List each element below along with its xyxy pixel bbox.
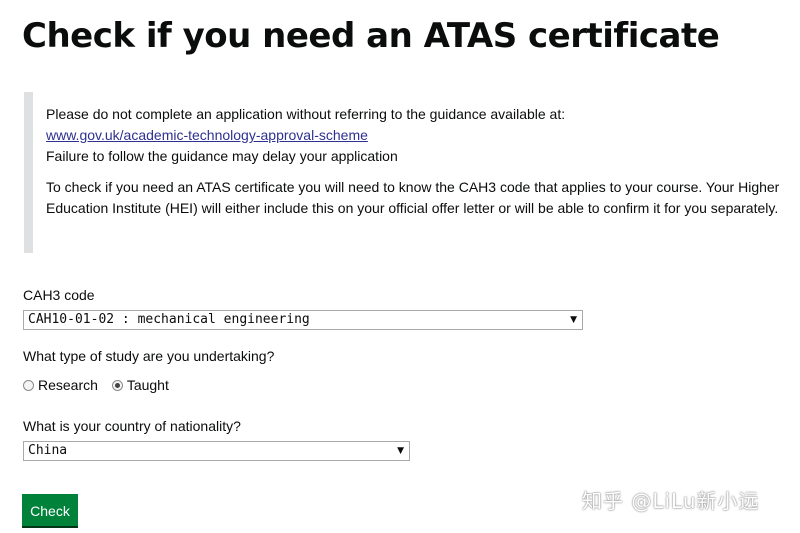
radio-research-icon[interactable] (23, 379, 34, 391)
dropdown-arrow-icon: ▼ (570, 315, 577, 325)
nationality-select[interactable]: China ▼ (23, 441, 410, 461)
radio-research-label: Research (38, 377, 98, 393)
radio-taught[interactable]: Taught (111, 375, 169, 395)
watermark-text: 知乎 @LiLu新小远 (582, 489, 760, 513)
radio-taught-icon[interactable] (111, 379, 123, 391)
study-type-label: What type of study are you undertaking? (23, 348, 275, 364)
dropdown-arrow-icon: ▼ (397, 446, 404, 456)
guidance-inset: Please do not complete an application wi… (24, 92, 790, 253)
guidance-link[interactable]: www.gov.uk/academic-technology-approval-… (46, 127, 368, 143)
guidance-intro: Please do not complete an application wi… (46, 106, 566, 122)
check-button[interactable]: Check (22, 494, 78, 526)
cah3-select-value: CAH10-01-02 : mechanical engineering (28, 312, 310, 327)
guidance-cah3-info: To check if you need an ATAS certificate… (46, 179, 780, 216)
guidance-warning: Failure to follow the guidance may delay… (46, 148, 398, 164)
nationality-label: What is your country of nationality? (23, 418, 241, 434)
study-type-radio-group: Research Taught (23, 375, 179, 395)
cah3-select[interactable]: CAH10-01-02 : mechanical engineering ▼ (23, 310, 583, 330)
cah3-label: CAH3 code (23, 287, 95, 303)
nationality-select-value: China (28, 443, 68, 458)
radio-taught-label: Taught (126, 377, 169, 393)
page-title: Check if you need an ATAS certificate (22, 16, 720, 56)
radio-research[interactable]: Research (23, 375, 98, 395)
